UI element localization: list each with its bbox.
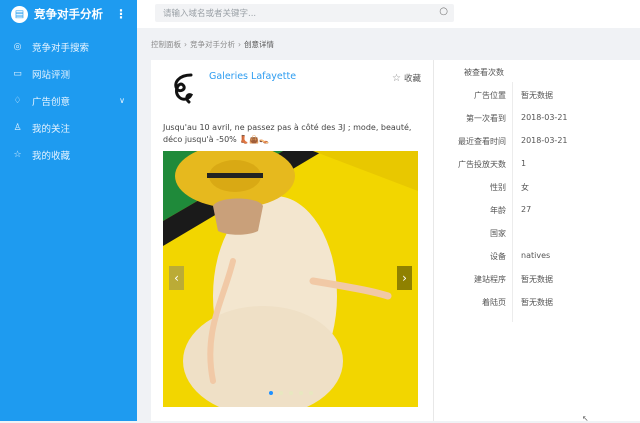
detail-row: 设备 natives [434, 246, 640, 269]
carousel-dot[interactable] [308, 391, 313, 395]
detail-row: 国家 [434, 223, 640, 246]
sidebar: ▤ 竞争对手分析 ⋮ ◎ 竞争对手搜索 ▭ 网站评测 ♢ 广告创意 ∨ ♙ 我的… [0, 0, 137, 421]
lightbulb-icon: ♢ [13, 95, 22, 106]
ad-card: Galeries Lafayette ☆ 收藏 Jusqu'au 10 avril… [151, 60, 433, 421]
advertiser-name[interactable]: Galeries Lafayette [209, 71, 296, 82]
detail-label: 被查看次数 [464, 68, 504, 77]
brand: ▤ 竞争对手分析 ⋮ [0, 0, 137, 28]
app-logo-icon: ▤ [11, 5, 28, 23]
search-input[interactable]: 请输入域名或者关键字... ○ [155, 4, 454, 22]
detail-label: 设备 [490, 252, 506, 261]
detail-value: 暂无数据 [521, 91, 553, 100]
detail-value: 暂无数据 [521, 298, 553, 307]
detail-value: 2018-03-21 [521, 136, 568, 145]
detail-value: 女 [521, 183, 529, 192]
detail-value: 27 [521, 205, 532, 214]
sidebar-item-label: 广告创意 [32, 96, 71, 108]
user-icon: ♙ [13, 122, 22, 133]
target-icon: ◎ [13, 41, 22, 52]
sidebar-item-label: 网站评测 [32, 69, 71, 81]
breadcrumb-current: 创意详情 [244, 40, 274, 49]
detail-value: natives [521, 251, 551, 260]
breadcrumb: 控制面板 › 竞争对手分析 › 创意详情 [151, 39, 274, 50]
breadcrumb-item[interactable]: 控制面板 [151, 40, 181, 49]
breadcrumb-separator: › [184, 40, 187, 49]
carousel-next-button[interactable]: › [397, 266, 412, 290]
detail-value: 1 [521, 159, 527, 168]
carousel-dot[interactable] [278, 391, 283, 395]
sidebar-item-my-favorites[interactable]: ☆ 我的收藏 [0, 141, 137, 168]
ad-details-panel: 被查看次数 广告位置 暂无数据 第一次看到 2018-03-21 最近查看时间 201… [433, 60, 640, 421]
detail-row: 广告投放天数 1 [434, 154, 640, 177]
detail-label: 着陆页 [482, 298, 506, 307]
sidebar-item-site-review[interactable]: ▭ 网站评测 [0, 60, 137, 87]
star-icon: ☆ [13, 149, 22, 160]
detail-label: 性别 [490, 183, 506, 192]
detail-row: 广告位置 暂无数据 [434, 85, 640, 108]
favorite-label: 收藏 [403, 74, 421, 84]
detail-row: 建站程序 暂无数据 [434, 269, 640, 292]
ad-image [163, 151, 418, 407]
detail-label: 建站程序 [474, 275, 506, 284]
sidebar-item-label: 竞争对手搜索 [32, 42, 90, 54]
detail-label: 最近查看时间 [458, 137, 506, 146]
detail-row: 最近查看时间 2018-03-21 [434, 131, 640, 154]
top-bar: 请输入域名或者关键字... ○ [137, 0, 640, 28]
detail-label: 年龄 [490, 206, 506, 215]
detail-row: 性别 女 [434, 177, 640, 200]
ad-image-carousel[interactable]: ‹ › [163, 151, 418, 407]
app-title: 竞争对手分析 [34, 7, 103, 21]
detail-label: 第一次看到 [466, 114, 506, 123]
carousel-dot[interactable] [268, 391, 273, 395]
sidebar-item-my-follows[interactable]: ♙ 我的关注 [0, 114, 137, 141]
sidebar-item-label: 我的关注 [32, 123, 71, 135]
detail-label: 广告投放天数 [458, 160, 506, 169]
breadcrumb-separator: › [238, 40, 241, 49]
search-placeholder: 请输入域名或者关键字... [163, 9, 257, 19]
sidebar-item-label: 我的收藏 [32, 150, 71, 162]
search-icon[interactable]: ○ [439, 6, 448, 17]
sidebar-item-ad-creative[interactable]: ♢ 广告创意 ∨ [0, 87, 137, 114]
carousel-prev-button[interactable]: ‹ [169, 266, 184, 290]
carousel-dot[interactable] [288, 391, 293, 395]
carousel-dots [163, 380, 418, 399]
ad-text: Jusqu'au 10 avril, ne passez pas à côté … [163, 123, 412, 144]
favorite-button[interactable]: ☆ 收藏 [392, 72, 421, 84]
sidebar-nav: ◎ 竞争对手搜索 ▭ 网站评测 ♢ 广告创意 ∨ ♙ 我的关注 ☆ 我的收藏 [0, 33, 137, 168]
detail-value: 2018-03-21 [521, 113, 568, 122]
star-icon: ☆ [392, 73, 401, 84]
detail-value: 暂无数据 [521, 275, 553, 284]
detail-row: 第一次看到 2018-03-21 [434, 108, 640, 131]
detail-row: 年龄 27 [434, 200, 640, 223]
carousel-dot[interactable] [298, 391, 303, 395]
more-menu-icon[interactable]: ⋮ [115, 7, 127, 21]
monitor-icon: ▭ [13, 68, 22, 79]
detail-label: 国家 [490, 229, 506, 238]
chevron-down-icon: ∨ [119, 96, 125, 105]
detail-label: 广告位置 [474, 91, 506, 100]
sidebar-item-competitor-search[interactable]: ◎ 竞争对手搜索 [0, 33, 137, 60]
detail-row: 被查看次数 [434, 62, 640, 85]
detail-row: 着陆页 暂无数据 [434, 292, 640, 315]
mouse-cursor-icon: ↖ [582, 414, 589, 423]
breadcrumb-item[interactable]: 竞争对手分析 [190, 40, 235, 49]
advertiser-logo [174, 73, 194, 104]
